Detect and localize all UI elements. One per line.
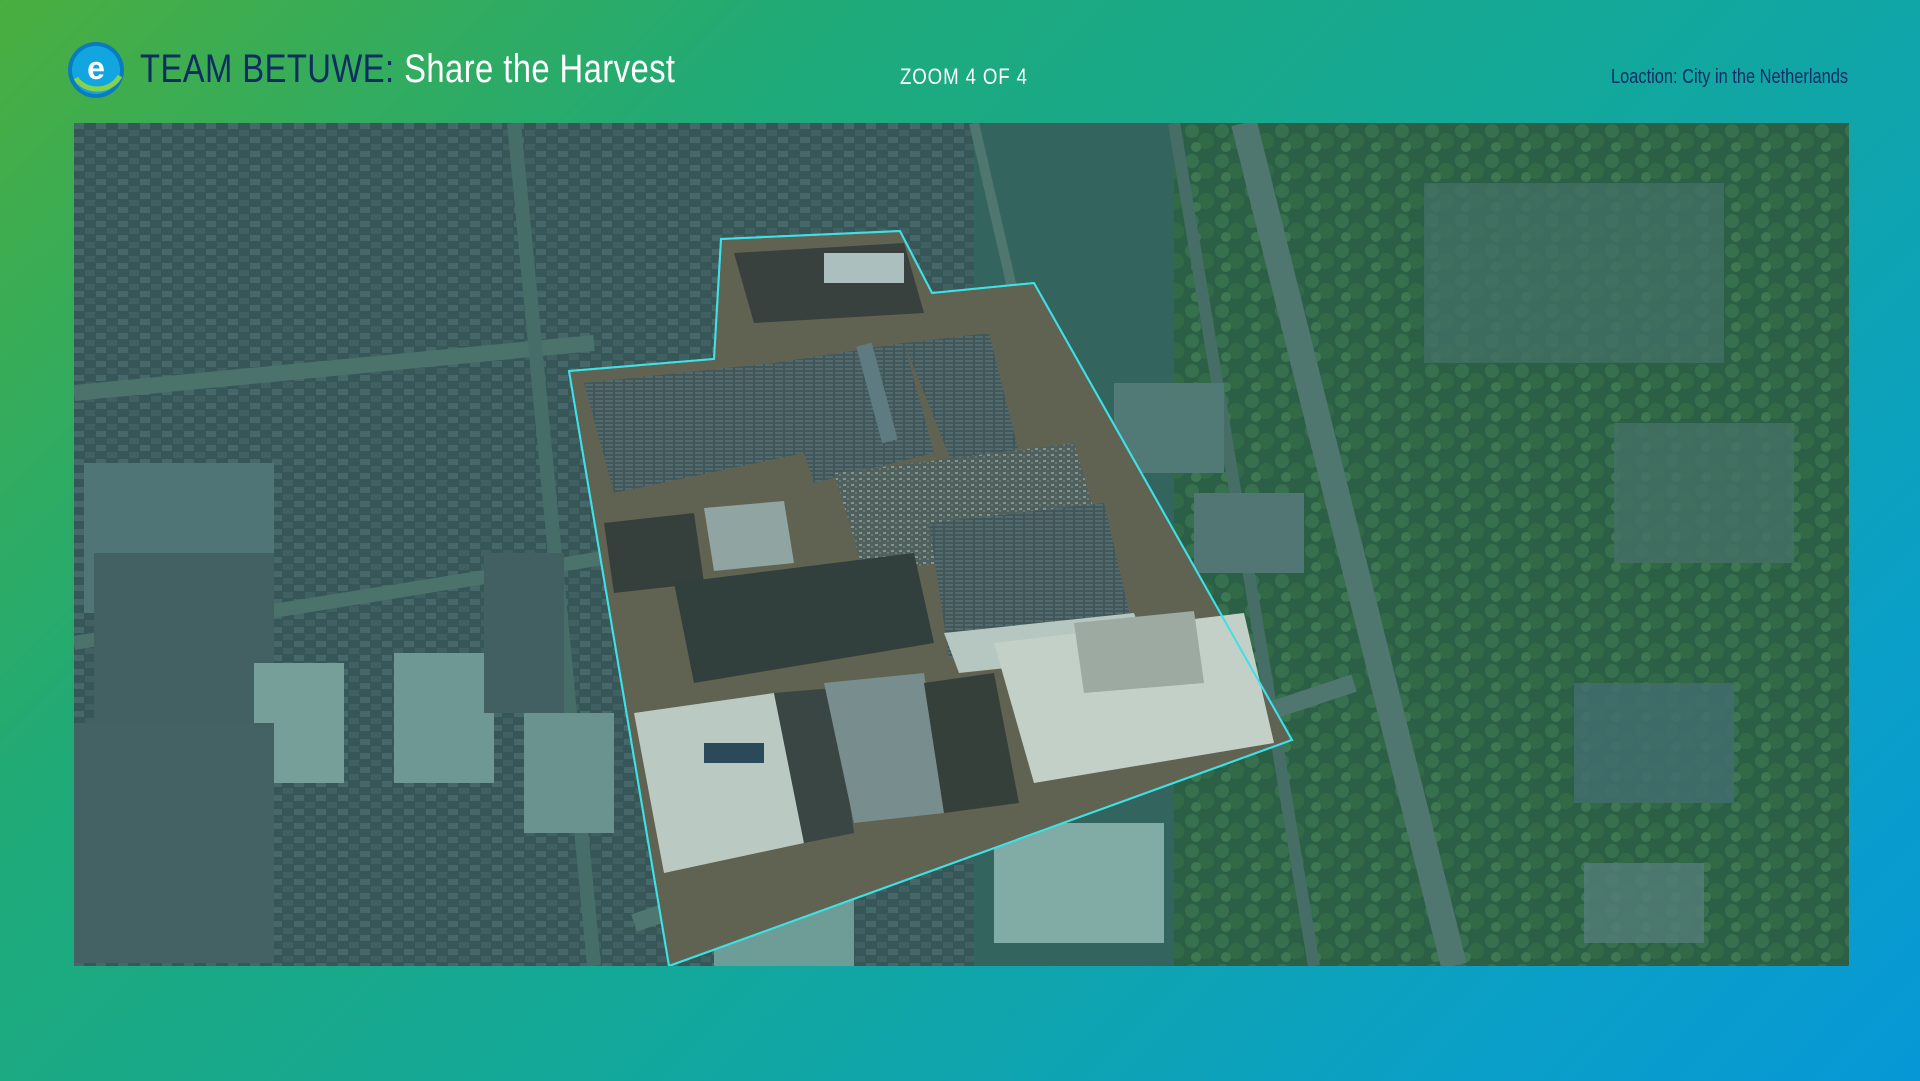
header: e TEAM BETUWE: Share the Harvest ZOOM 4 … <box>0 0 1920 120</box>
location-label: Loaction: City in the Netherlands <box>1610 66 1848 88</box>
logo-letter: e <box>87 50 105 86</box>
page-title: TEAM BETUWE: Share the Harvest <box>140 44 675 94</box>
aerial-photo-icon <box>74 123 1849 966</box>
brand-title: Share the Harvest <box>404 47 676 91</box>
zoom-indicator: ZOOM 4 OF 4 <box>900 64 1028 89</box>
aerial-map <box>74 123 1849 966</box>
e-logo-icon: e <box>68 42 124 98</box>
brand-prefix: TEAM BETUWE: <box>140 47 395 91</box>
